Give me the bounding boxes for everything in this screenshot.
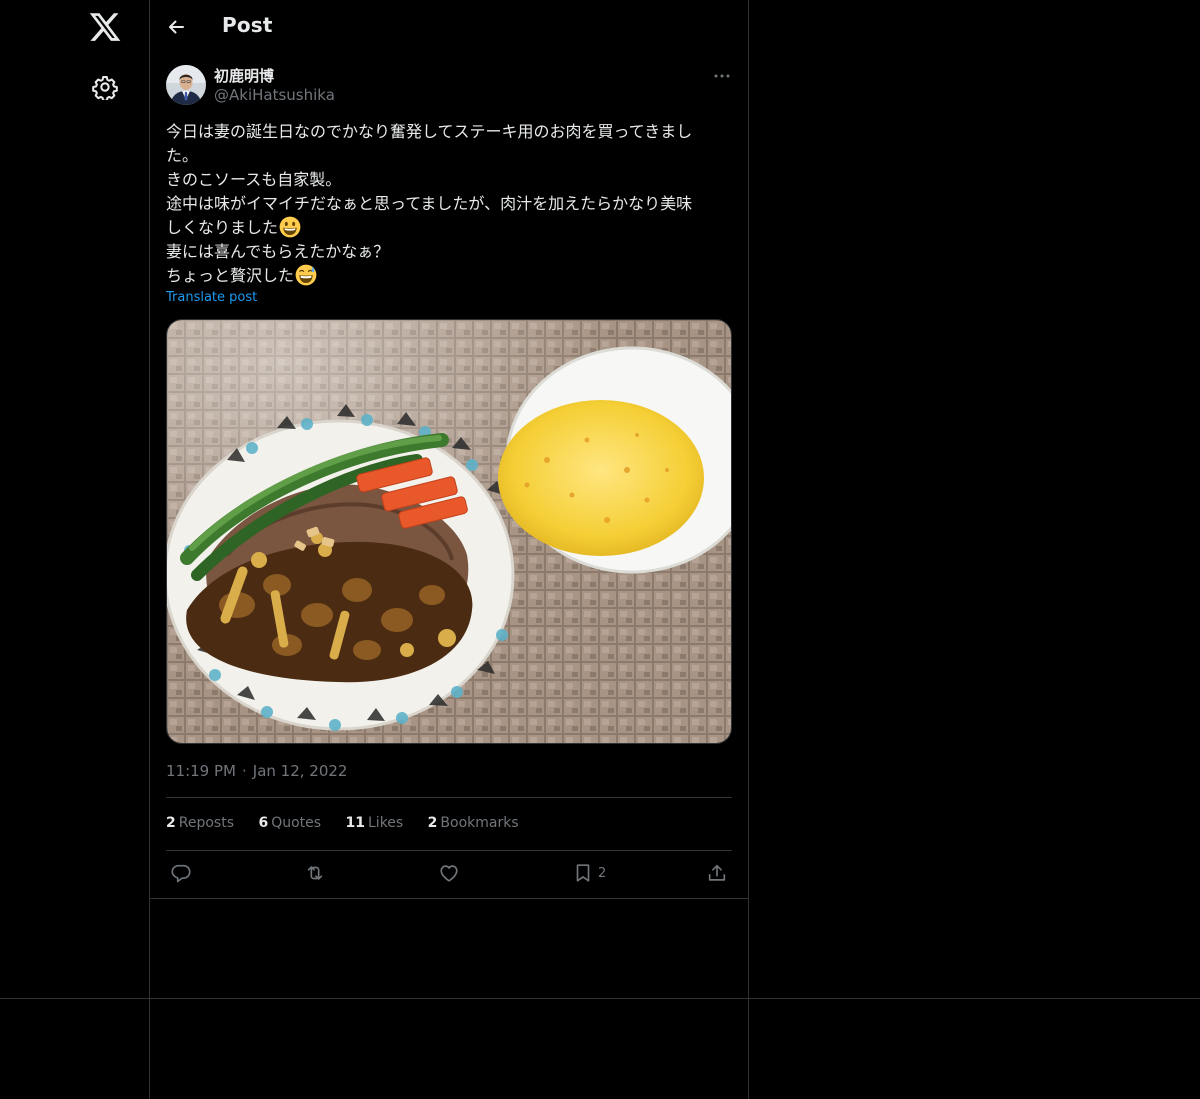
reposts-stat[interactable]: 2 Reposts [166,815,234,831]
timestamp-separator: · [241,762,247,780]
back-button[interactable] [164,15,188,39]
post-text-line: ちょっと贅沢した [166,266,295,285]
more-options-button[interactable] [710,64,734,88]
quotes-label: Quotes [271,815,322,831]
likes-label: Likes [368,815,404,831]
share-icon [708,864,726,881]
stats-divider-bottom [166,850,732,851]
bookmark-count: 2 [598,866,607,881]
page-title: Post [222,13,273,37]
bookmark-icon [576,864,590,882]
page-bottom-divider [0,998,1200,999]
post-text-line: た。 [166,146,199,165]
post-text-line: 妻には喜んでもらえたかなぁ？ [166,242,390,261]
more-icon [714,74,730,78]
post-text-line-with-emoji: しくなりました [166,216,732,240]
post-text-line-with-emoji: ちょっと贅沢した [166,264,732,288]
post-image[interactable] [166,319,732,744]
likes-count: 11 [345,815,365,831]
post-date[interactable]: Jan 12, 2022 [253,762,348,780]
reposts-count: 2 [166,815,176,831]
post-stats: 2 Reposts 6 Quotes 11 Likes 2 Bookmarks [166,815,539,831]
bookmark-button[interactable]: 2 [572,862,612,886]
grinning-sweat-emoji-icon [295,264,317,286]
arrow-left-icon [169,20,184,34]
repost-icon [307,866,323,880]
quotes-count: 6 [258,815,269,831]
like-button[interactable] [438,862,460,886]
reply-button[interactable] [170,862,192,886]
post-text: 今日は妻の誕生日なのでかなり奮発してステーキ用のお肉を買ってきまし た。 きのこ… [166,120,732,288]
likes-stat[interactable]: 11 Likes [346,815,404,831]
share-button[interactable] [706,862,728,886]
stats-divider-top [166,797,732,798]
bookmarks-count: 2 [427,815,438,831]
post-text-line: 途中は味がイマイチだなぁと思ってましたが、肉汁を加えたらかなり美味 [166,194,693,213]
post-timestamp: 11:19 PM · Jan 12, 2022 [166,762,347,780]
post-time[interactable]: 11:19 PM [166,762,236,780]
food-photo [167,320,731,743]
author-display-name[interactable]: 初鹿明博 [214,65,274,86]
quotes-stat[interactable]: 6 Quotes [258,815,321,831]
grinning-face-emoji-icon [279,216,301,238]
post-bottom-divider [150,898,748,899]
column-divider-left [149,0,150,1099]
gear-icon[interactable] [92,74,118,102]
post-text-line: しくなりました [166,218,279,237]
column-divider-right [748,0,749,1099]
reply-icon [171,864,191,883]
reposts-label: Reposts [178,815,234,831]
bookmarks-label: Bookmarks [440,815,519,831]
repost-button[interactable] [304,862,326,886]
heart-icon [440,865,458,882]
translate-post-link[interactable]: Translate post [166,290,257,305]
avatar[interactable] [166,65,206,105]
post-text-line: 今日は妻の誕生日なのでかなり奮発してステーキ用のお肉を買ってきまし [166,122,693,141]
bookmarks-stat[interactable]: 2 Bookmarks [428,815,519,831]
x-logo-icon[interactable] [88,10,122,44]
post-text-line: きのこソースも自家製。 [166,170,342,189]
author-handle[interactable]: @AkiHatsushika [214,86,335,104]
